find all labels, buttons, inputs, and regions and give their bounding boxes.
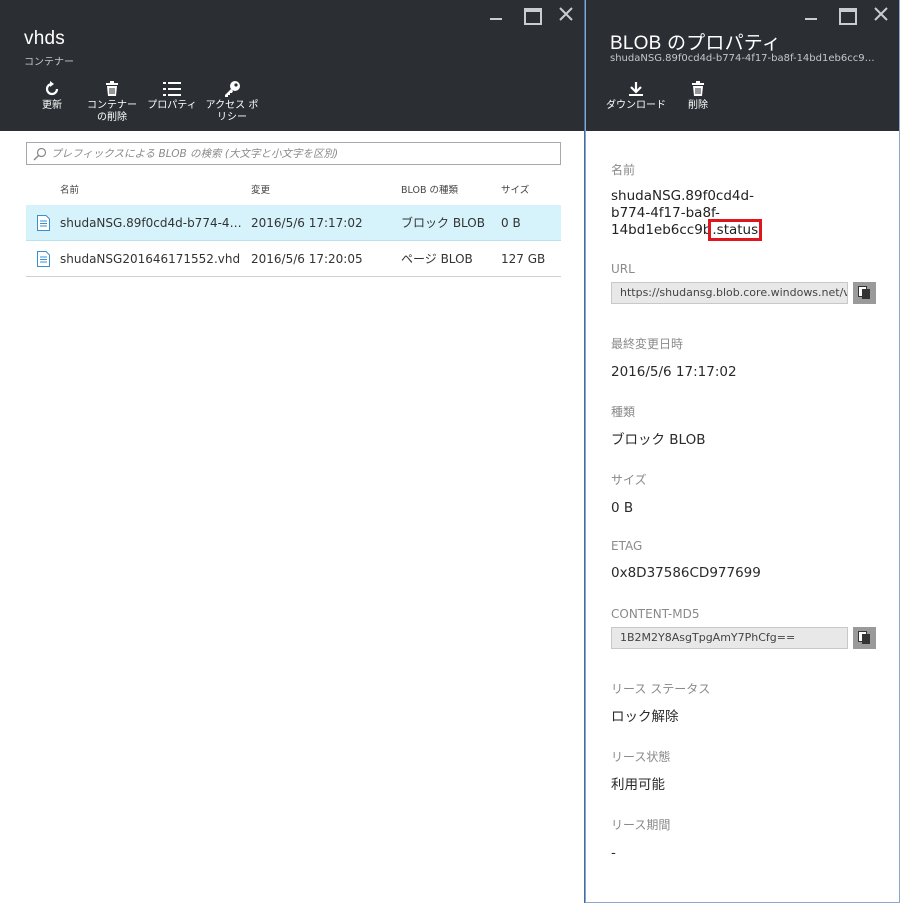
column-header-name[interactable]: 名前 (60, 182, 251, 196)
name-label: 名前 (611, 163, 636, 177)
lease-status-value: ロック解除 (611, 709, 679, 725)
file-icon (26, 250, 60, 267)
blob-name: shudaNSG201646171552.vhd (60, 251, 241, 266)
delete-blob-label: 削除 (688, 100, 708, 111)
etag-value: 0x8D37586CD977699 (611, 565, 761, 581)
download-label: ダウンロード (606, 100, 666, 111)
blob-search-input[interactable] (51, 147, 560, 160)
list-icon (163, 78, 181, 100)
blob-type: ブロック BLOB (401, 216, 485, 230)
close-icon[interactable] (558, 6, 574, 22)
prop-size: サイズ 0 B (611, 471, 879, 517)
search-icon (33, 147, 47, 160)
delete-container-label: コンテナーの削除 (87, 100, 137, 123)
prop-type: 種類 ブロック BLOB (611, 403, 879, 449)
container-blade-header: vhds コンテナー 更新 コンテナーの削除 プロパティ アクセス ポリシー (0, 0, 584, 131)
container-toolbar: 更新 コンテナーの削除 プロパティ アクセス ポリシー (22, 78, 262, 126)
blade-title: BLOB のプロパティ (610, 33, 782, 54)
delete-container-button[interactable]: コンテナーの削除 (82, 78, 142, 126)
prop-name: 名前 shudaNSG.89f0cd4d- b774-4f17-ba8f- 14… (611, 161, 879, 241)
lease-duration-value: - (611, 845, 616, 861)
delete-blob-button[interactable]: 削除 (668, 78, 728, 126)
size-value: 0 B (611, 500, 634, 516)
column-header-blob-type[interactable]: BLOB の種類 (401, 182, 501, 196)
blob-size: 0 B (501, 215, 521, 230)
access-policy-label: アクセス ポリシー (205, 100, 259, 123)
blob-properties-blade: BLOB のプロパティ shudaNSG.89f0cd4d-b774-4f17-… (585, 0, 900, 903)
highlight-box: .status (708, 219, 763, 241)
refresh-icon (43, 78, 61, 100)
copy-md5-button[interactable] (853, 627, 876, 649)
blob-search-box[interactable] (26, 142, 561, 165)
table-row[interactable]: shudaNSG201646171552.vhd 2016/5/6 17:20:… (26, 241, 561, 277)
prop-modified: 最終変更日時 2016/5/6 17:17:02 (611, 335, 879, 381)
table-header: 名前 変更 BLOB の種類 サイズ (26, 172, 561, 205)
minimize-icon[interactable] (488, 6, 504, 22)
type-value: ブロック BLOB (611, 432, 706, 448)
container-blade: vhds コンテナー 更新 コンテナーの削除 プロパティ アクセス ポリシー プ… (0, 0, 585, 903)
prop-content-md5: CONTENT-MD5 1B2M2Y8AsgTpgAmY7PhCfg== (611, 607, 879, 649)
blob-type: ページ BLOB (401, 252, 473, 266)
prop-etag: ETAG 0x8D37586CD977699 (611, 539, 879, 582)
blade-title: vhds (24, 28, 65, 49)
blade-subtitle: shudaNSG.89f0cd4d-b774-4f17-ba8f-14bd1eb… (610, 53, 878, 64)
modified-value: 2016/5/6 17:17:02 (611, 364, 737, 380)
md5-field[interactable]: 1B2M2Y8AsgTpgAmY7PhCfg== (611, 627, 848, 649)
blade-subtitle: コンテナー (24, 57, 74, 68)
blob-modified: 2016/5/6 17:17:02 (251, 215, 363, 230)
prop-lease-duration: リース期間 - (611, 816, 879, 862)
trash-icon (691, 78, 705, 100)
blob-modified: 2016/5/6 17:20:05 (251, 251, 363, 266)
properties-button[interactable]: プロパティ (142, 78, 202, 126)
prop-url: URL https://shudansg.blob.core.windows.n… (611, 262, 879, 304)
properties-label: プロパティ (147, 100, 197, 111)
blob-toolbar: ダウンロード 削除 (604, 78, 728, 126)
blob-size: 127 GB (501, 251, 546, 266)
copy-icon (858, 631, 870, 644)
window-controls (803, 6, 889, 25)
download-button[interactable]: ダウンロード (604, 78, 668, 126)
column-header-size[interactable]: サイズ (501, 182, 561, 196)
access-policy-button[interactable]: アクセス ポリシー (202, 78, 262, 126)
download-icon (628, 78, 644, 100)
blob-properties-header: BLOB のプロパティ shudaNSG.89f0cd4d-b774-4f17-… (586, 0, 899, 131)
close-icon[interactable] (873, 6, 889, 22)
table-row[interactable]: shudaNSG.89f0cd4d-b774-4f17-ba8f-14bd1eb… (26, 205, 561, 241)
refresh-button[interactable]: 更新 (22, 78, 82, 126)
file-icon (26, 214, 60, 231)
window-controls (488, 6, 574, 25)
key-icon (223, 78, 241, 100)
copy-url-button[interactable] (853, 282, 876, 304)
blob-name: shudaNSG.89f0cd4d-b774-4f17-ba8f-14bd1eb… (60, 215, 251, 230)
refresh-label: 更新 (42, 100, 62, 111)
maximize-icon[interactable] (523, 6, 542, 25)
trash-icon (105, 78, 119, 100)
copy-icon (858, 286, 870, 299)
url-label: URL (611, 262, 635, 276)
column-header-modified[interactable]: 変更 (251, 182, 401, 196)
minimize-icon[interactable] (803, 6, 819, 22)
name-value: shudaNSG.89f0cd4d- b774-4f17-ba8f- 14bd1… (611, 188, 763, 241)
prop-lease-status: リース ステータス ロック解除 (611, 680, 879, 726)
maximize-icon[interactable] (838, 6, 857, 25)
blob-table: 名前 変更 BLOB の種類 サイズ shudaNSG.89f0cd4d-b77… (26, 172, 561, 277)
lease-state-value: 利用可能 (611, 777, 665, 793)
prop-lease-state: リース状態 利用可能 (611, 748, 879, 794)
url-field[interactable]: https://shudansg.blob.core.windows.net/v… (611, 282, 848, 304)
